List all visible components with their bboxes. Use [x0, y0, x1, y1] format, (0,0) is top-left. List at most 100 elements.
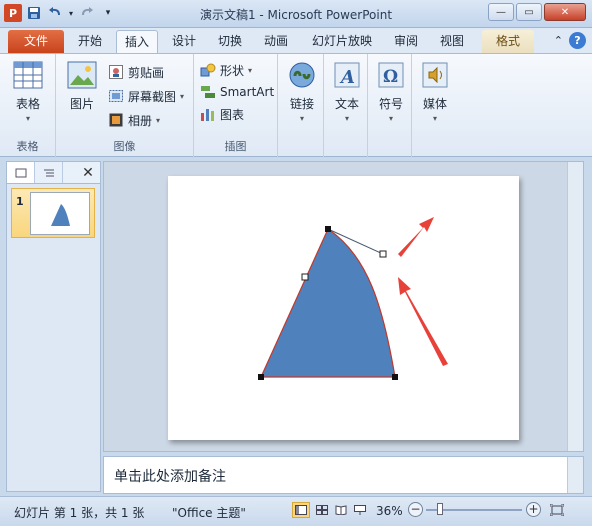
image-group: 图片 剪贴画 屏幕截图 ▾ 相册 ▾ 图像	[56, 54, 194, 158]
slides-tab-icon[interactable]	[7, 162, 35, 183]
album-icon	[108, 112, 124, 128]
chart-label: 图表	[220, 107, 245, 122]
fit-to-window-icon[interactable]	[548, 502, 566, 518]
link-icon	[286, 59, 318, 91]
smartart-label: SmartArt	[220, 85, 275, 99]
omega-icon: Ω	[375, 59, 407, 91]
notes-pane[interactable]: 单击此处添加备注	[103, 456, 584, 494]
album-button[interactable]: 相册 ▾	[108, 110, 160, 130]
screenshot-button[interactable]: 屏幕截图 ▾	[108, 86, 184, 106]
svg-text:Ω: Ω	[383, 67, 398, 87]
table-button[interactable]: 表格 ▾	[12, 59, 44, 123]
tab-slideshow[interactable]: 幻灯片放映	[304, 30, 380, 53]
screenshot-icon	[108, 88, 124, 104]
svg-text:A: A	[339, 67, 355, 88]
zoom-slider-thumb[interactable]	[437, 503, 443, 515]
table-group: 表格 ▾ 表格	[0, 54, 56, 158]
minimize-button[interactable]: —	[488, 3, 514, 21]
picture-button-label: 图片	[69, 97, 94, 111]
tab-insert[interactable]: 插入	[116, 30, 159, 53]
symbol-button[interactable]: Ω 符号 ▾	[375, 59, 407, 123]
slide-thumbnail-selected[interactable]: 1	[11, 188, 95, 238]
clipart-label: 剪贴画	[128, 65, 165, 80]
notes-scrollbar[interactable]	[567, 457, 583, 493]
red-arrow-annotation	[398, 217, 434, 257]
text-button[interactable]: A 文本 ▾	[331, 59, 363, 123]
clipart-button[interactable]: 剪贴画	[108, 62, 164, 82]
ribbon: 表格 ▾ 表格 图片 剪贴画 屏幕截图 ▾ 相册 ▾ 图像 形状 ▾ Smart…	[0, 53, 592, 158]
chevron-down-icon: ▾	[299, 114, 304, 123]
help-area: ⌃ ?	[554, 32, 586, 49]
speaker-icon	[419, 59, 451, 91]
chart-button[interactable]: 图表	[200, 104, 244, 124]
table-button-label: 表格	[15, 97, 40, 111]
theme-status: "Office 主题"	[172, 506, 246, 520]
close-button[interactable]: ✕	[544, 3, 586, 21]
text-group: A 文本 ▾	[324, 54, 368, 158]
chart-icon	[200, 106, 216, 122]
slideshow-view-icon[interactable]	[351, 502, 369, 518]
vertex-point	[325, 226, 331, 232]
red-arrow-annotation	[398, 277, 448, 366]
tab-transitions[interactable]: 切换	[210, 30, 250, 53]
tab-animations[interactable]: 动画	[256, 30, 296, 53]
close-panel-icon[interactable]: ✕	[76, 162, 100, 183]
picture-button[interactable]: 图片	[66, 59, 98, 112]
text-icon: A	[331, 59, 363, 91]
shapes-icon	[200, 62, 216, 78]
slide-thumbnail[interactable]	[30, 192, 90, 235]
smartart-button[interactable]: SmartArt	[200, 82, 274, 102]
chevron-down-icon: ▾	[156, 115, 161, 125]
text-label: 文本	[334, 97, 359, 111]
picture-icon	[66, 59, 98, 91]
link-button[interactable]: 链接 ▾	[286, 59, 318, 123]
smartart-icon	[200, 84, 216, 100]
ribbon-tabs: 文件 开始 插入 设计 切换 动画 幻灯片放映 审阅 视图 格式 ⌃ ?	[0, 28, 592, 53]
table-group-label: 表格	[16, 140, 39, 153]
window-controls: — ▭ ✕	[488, 3, 586, 21]
chevron-down-icon: ▾	[388, 114, 393, 123]
tab-file[interactable]: 文件	[8, 30, 64, 53]
normal-view-icon[interactable]	[292, 502, 310, 518]
notes-placeholder[interactable]: 单击此处添加备注	[114, 466, 226, 486]
vertex-point	[258, 374, 264, 380]
tab-format[interactable]: 格式	[482, 30, 534, 53]
zoom-in-icon[interactable]: +	[526, 502, 541, 517]
illustrations-group-label: 插图	[224, 140, 247, 153]
slide-canvas[interactable]	[168, 176, 519, 440]
zoom-level[interactable]: 36%	[376, 504, 403, 518]
vertex-point	[392, 374, 398, 380]
reading-view-icon[interactable]	[332, 502, 350, 518]
status-bar: 幻灯片 第 1 张，共 1 张 "Office 主题" 36% − +	[0, 496, 592, 526]
zoom-out-icon[interactable]: −	[408, 502, 423, 517]
maximize-button[interactable]: ▭	[516, 3, 542, 21]
tab-home[interactable]: 开始	[70, 30, 110, 53]
outline-tab-icon[interactable]	[35, 162, 63, 183]
media-group: 媒体 ▾	[412, 54, 456, 158]
title-bar: P ▾ ▾ 演示文稿1 - Microsoft PowerPoint — ▭ ✕	[0, 0, 592, 28]
slide-number: 1	[16, 195, 24, 208]
slide-editing-area	[103, 161, 584, 452]
shapes-button[interactable]: 形状 ▾	[200, 60, 252, 80]
table-icon	[12, 59, 44, 91]
chevron-down-icon: ▾	[248, 65, 253, 75]
image-group-label: 图像	[113, 140, 136, 153]
link-group: 链接 ▾	[278, 54, 324, 158]
symbol-label: 符号	[378, 97, 403, 111]
help-icon[interactable]: ?	[569, 32, 586, 49]
clipart-icon	[108, 64, 124, 80]
minimize-ribbon-icon[interactable]: ⌃	[554, 34, 563, 47]
chevron-down-icon: ▾	[180, 91, 185, 101]
tab-review[interactable]: 审阅	[386, 30, 426, 53]
slides-panel-tabs: ✕	[7, 162, 100, 184]
slide-drawing	[258, 217, 448, 380]
link-label: 链接	[289, 97, 314, 111]
tab-view[interactable]: 视图	[432, 30, 472, 53]
vertical-scrollbar[interactable]	[567, 162, 583, 451]
bezier-handle-point	[379, 250, 387, 258]
slides-panel: ✕ 1	[6, 161, 101, 492]
tab-design[interactable]: 设计	[164, 30, 204, 53]
slide-sorter-view-icon[interactable]	[313, 502, 331, 518]
media-button[interactable]: 媒体 ▾	[419, 59, 451, 123]
freeform-shape	[260, 228, 396, 378]
